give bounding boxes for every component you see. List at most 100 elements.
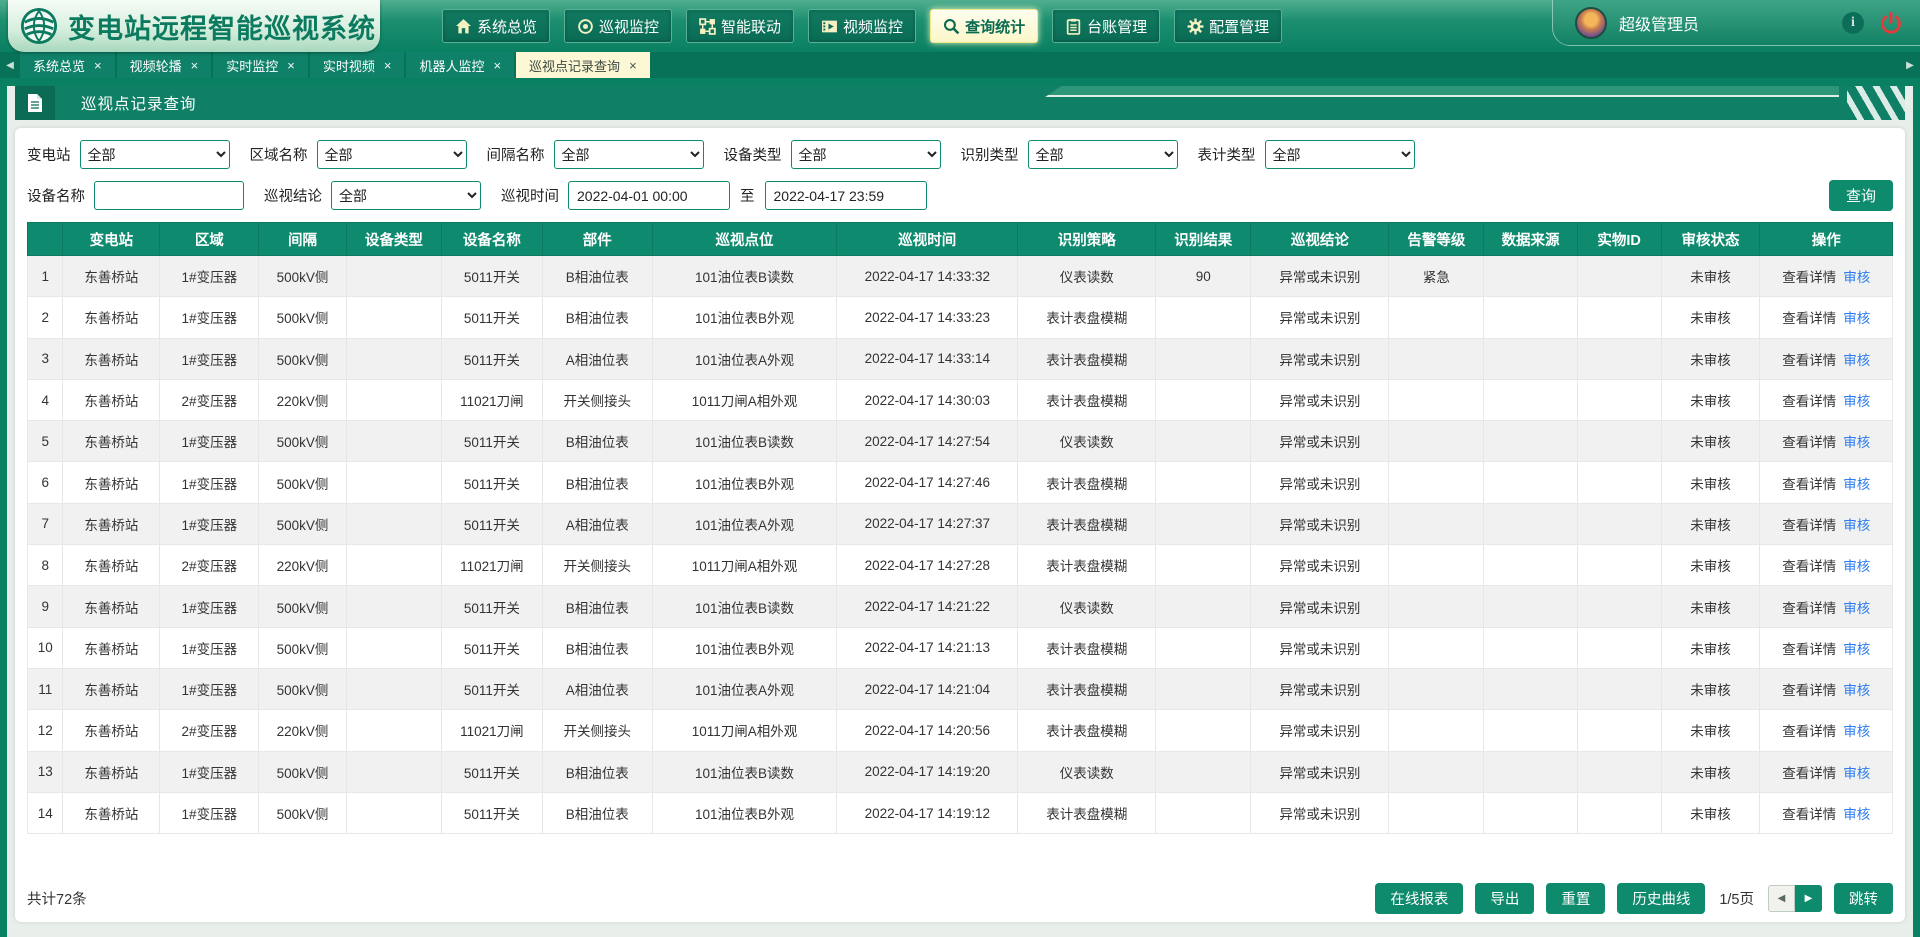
table-cell: 2022-04-17 14:21:22 [837, 586, 1018, 627]
table-cell: 500kV侧 [259, 586, 347, 627]
page-indicator: 1/5页 [1719, 888, 1754, 909]
tabs-scroll-left-icon[interactable]: ◀ [0, 52, 20, 78]
history-curve-button[interactable]: 历史曲线 [1617, 883, 1705, 914]
table-cell [1389, 379, 1484, 420]
nav-query-statistics[interactable]: 查询统计 [930, 9, 1038, 43]
table-cell [1389, 503, 1484, 544]
nav-ledger-management[interactable]: 台账管理 [1052, 9, 1160, 43]
view-detail-link[interactable]: 查看详情 [1782, 270, 1836, 285]
column-header: 审核状态 [1661, 223, 1760, 256]
jump-button[interactable]: 跳转 [1834, 883, 1893, 914]
audit-link[interactable]: 审核 [1843, 724, 1870, 739]
table-cell: 9 [28, 586, 63, 627]
device-name-input[interactable] [94, 181, 244, 210]
tab-realtime-monitor[interactable]: 实时监控× [213, 52, 308, 78]
substation-select[interactable]: 全部 [80, 140, 230, 169]
close-icon[interactable]: × [493, 59, 501, 72]
time-to-input[interactable] [765, 181, 927, 210]
audit-link[interactable]: 审核 [1843, 518, 1870, 533]
table-cell: 7 [28, 503, 63, 544]
audit-link[interactable]: 审核 [1843, 270, 1870, 285]
table-cell: 异常或未识别 [1251, 462, 1389, 503]
audit-link[interactable]: 审核 [1843, 601, 1870, 616]
nav-config-management[interactable]: 配置管理 [1174, 9, 1282, 43]
audit-link[interactable]: 审核 [1843, 807, 1870, 822]
view-detail-link[interactable]: 查看详情 [1782, 724, 1836, 739]
audit-link[interactable]: 审核 [1843, 394, 1870, 409]
export-button[interactable]: 导出 [1475, 883, 1534, 914]
table-cell: 1#变压器 [160, 338, 259, 379]
table-cell: 东善桥站 [63, 545, 160, 586]
tab-realtime-video[interactable]: 实时视频× [310, 52, 405, 78]
actions-cell: 查看详情审核 [1760, 710, 1893, 751]
table-cell: B相油位表 [542, 586, 652, 627]
table-row: 11东善桥站1#变压器500kV侧5011开关A相油位表101油位表A外观202… [28, 668, 1893, 709]
meter-type-select[interactable]: 全部 [1265, 140, 1415, 169]
column-header: 区域 [160, 223, 259, 256]
table-cell [1484, 421, 1577, 462]
view-detail-link[interactable]: 查看详情 [1782, 435, 1836, 450]
nav-video-monitor[interactable]: 视频监控 [808, 9, 916, 43]
close-icon[interactable]: × [384, 59, 392, 72]
audit-link[interactable]: 审核 [1843, 642, 1870, 657]
table-cell: B相油位表 [542, 627, 652, 668]
recognition-type-select[interactable]: 全部 [1028, 140, 1178, 169]
table-cell [1484, 256, 1577, 297]
close-icon[interactable]: × [191, 59, 199, 72]
table-cell [1577, 668, 1661, 709]
close-icon[interactable]: × [629, 59, 637, 72]
view-detail-link[interactable]: 查看详情 [1782, 477, 1836, 492]
avatar[interactable] [1575, 7, 1607, 39]
reset-button[interactable]: 重置 [1546, 883, 1605, 914]
view-detail-link[interactable]: 查看详情 [1782, 601, 1836, 616]
prev-page-icon[interactable]: ◀ [1768, 885, 1795, 912]
table-cell [1156, 503, 1251, 544]
nav-patrol-monitor[interactable]: 巡视监控 [564, 9, 672, 43]
tab-video-carousel[interactable]: 视频轮播× [117, 52, 212, 78]
view-detail-link[interactable]: 查看详情 [1782, 311, 1836, 326]
audit-link[interactable]: 审核 [1843, 311, 1870, 326]
view-detail-link[interactable]: 查看详情 [1782, 559, 1836, 574]
table-cell [1156, 792, 1251, 833]
view-detail-link[interactable]: 查看详情 [1782, 642, 1836, 657]
table-cell: 仪表读数 [1018, 751, 1156, 792]
tabs-scroll-right-icon[interactable]: ▶ [1900, 52, 1920, 78]
audit-link[interactable]: 审核 [1843, 683, 1870, 698]
table-cell [346, 545, 441, 586]
view-detail-link[interactable]: 查看详情 [1782, 518, 1836, 533]
audit-link[interactable]: 审核 [1843, 559, 1870, 574]
audit-link[interactable]: 审核 [1843, 435, 1870, 450]
table-cell: 1#变压器 [160, 586, 259, 627]
close-icon[interactable]: × [287, 59, 295, 72]
area-select[interactable]: 全部 [317, 140, 467, 169]
view-detail-link[interactable]: 查看详情 [1782, 683, 1836, 698]
table-cell: 1011刀闸A相外观 [652, 710, 837, 751]
table-cell [1577, 503, 1661, 544]
audit-link[interactable]: 审核 [1843, 477, 1870, 492]
view-detail-link[interactable]: 查看详情 [1782, 394, 1836, 409]
device-type-select[interactable]: 全部 [791, 140, 941, 169]
search-button[interactable]: 查询 [1829, 180, 1893, 211]
nav-system-overview[interactable]: 系统总览 [442, 9, 550, 43]
online-report-button[interactable]: 在线报表 [1375, 883, 1463, 914]
close-icon[interactable]: × [94, 59, 102, 72]
table-cell: 2 [28, 297, 63, 338]
info-icon[interactable]: i [1842, 12, 1864, 34]
tab-patrol-record-query[interactable]: 巡视点记录查询× [516, 52, 650, 78]
tab-system-overview[interactable]: 系统总览× [20, 52, 115, 78]
view-detail-link[interactable]: 查看详情 [1782, 766, 1836, 781]
table-cell: 东善桥站 [63, 421, 160, 462]
nav-smart-linkage[interactable]: 智能联动 [686, 9, 794, 43]
bay-select[interactable]: 全部 [554, 140, 704, 169]
conclusion-select[interactable]: 全部 [331, 181, 481, 210]
audit-link[interactable]: 审核 [1843, 766, 1870, 781]
time-from-input[interactable] [568, 181, 730, 210]
audit-link[interactable]: 审核 [1843, 353, 1870, 368]
table-cell [1389, 297, 1484, 338]
view-detail-link[interactable]: 查看详情 [1782, 807, 1836, 822]
table-cell: 开关侧接头 [542, 710, 652, 751]
logout-power-icon[interactable] [1880, 12, 1902, 34]
tab-robot-monitor[interactable]: 机器人监控× [406, 52, 514, 78]
view-detail-link[interactable]: 查看详情 [1782, 353, 1836, 368]
next-page-icon[interactable]: ▶ [1795, 885, 1822, 912]
